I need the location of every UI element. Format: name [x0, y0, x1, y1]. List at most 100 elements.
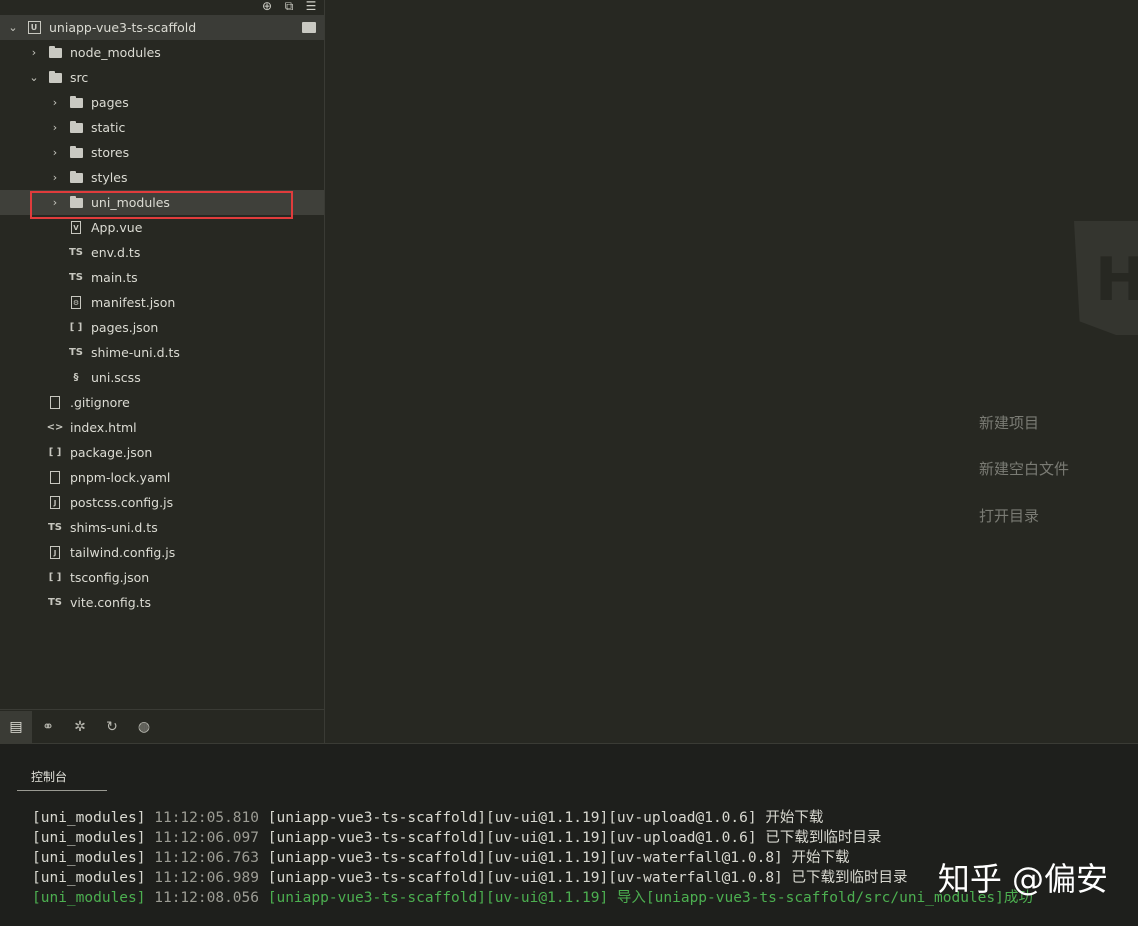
file-icon [48, 396, 62, 409]
tree-item-label: tailwind.config.js [70, 545, 175, 560]
ts-file-icon: TS [69, 347, 83, 358]
tree-item[interactable]: ›TSshims-uni.d.ts [0, 515, 324, 540]
ts-file-icon: TS [48, 522, 62, 533]
console-line: [uni_modules] 11:12:06.763 [uniapp-vue3-… [32, 848, 1033, 868]
tree-item-label: index.html [70, 420, 137, 435]
collapse-all-icon[interactable]: ⧉ [282, 0, 296, 13]
watermark-text: 知乎 @偏安 [938, 854, 1108, 900]
file-explorer-icon[interactable]: ▤ [0, 711, 32, 743]
tree-item-label: pages.json [91, 320, 158, 335]
js-file-icon: J [48, 496, 62, 509]
tree-item[interactable]: ›[ ]pages.json [0, 315, 324, 340]
tree-item-label: shims-uni.d.ts [70, 520, 158, 535]
tree-item[interactable]: ›.gitignore [0, 390, 324, 415]
chevron-right-icon[interactable]: › [50, 171, 60, 184]
tree-item-label: pages [91, 95, 129, 110]
file-explorer: ⊕ ⧉ ☰ ⌄ U uniapp-vue3-ts-scaffold › node_… [0, 0, 325, 743]
tree-item[interactable]: › uni_modules [0, 190, 324, 215]
html-file-icon: <> [48, 422, 62, 433]
console-tag: [uni_modules] [32, 890, 146, 906]
new-project-link[interactable]: 新建项目 [979, 412, 1039, 433]
json-file-icon: [ ] [48, 572, 62, 583]
tree-item-label: node_modules [70, 45, 161, 60]
tree-item[interactable]: ⌄ src [0, 65, 324, 90]
vue-file-icon: V [69, 221, 83, 234]
editor-welcome-area: H 新建项目 新建空白文件 打开目录 [325, 0, 1138, 743]
tree-item-label: App.vue [91, 220, 142, 235]
tree-item-label: env.d.ts [91, 245, 140, 260]
js-file-icon: J [48, 546, 62, 559]
console-tag: [uni_modules] [32, 850, 146, 866]
project-label: uniapp-vue3-ts-scaffold [49, 20, 196, 35]
chevron-right-icon[interactable]: › [29, 46, 39, 59]
hbuilder-logo-letter: H [1095, 245, 1138, 315]
tree-item-label: stores [91, 145, 129, 160]
console-message: [uniapp-vue3-ts-scaffold][uv-ui@1.1.19] … [268, 890, 1033, 906]
tree-item-label: src [70, 70, 88, 85]
json-file-icon: [ ] [69, 322, 83, 333]
tree-item[interactable]: › styles [0, 165, 324, 190]
console-message: [uniapp-vue3-ts-scaffold][uv-ui@1.1.19][… [268, 850, 850, 866]
ts-file-icon: TS [69, 272, 83, 283]
sidebar-bottom-bar: ▤ ⚭ ✲ ↻ ◍ [0, 709, 324, 743]
tree-root-project[interactable]: ⌄ U uniapp-vue3-ts-scaffold [0, 15, 324, 40]
console-message: [uniapp-vue3-ts-scaffold][uv-ui@1.1.19][… [268, 830, 882, 846]
tree-item[interactable]: ›TSshime-uni.d.ts [0, 340, 324, 365]
tree-item-label: styles [91, 170, 128, 185]
chevron-down-icon[interactable]: ⌄ [8, 21, 18, 34]
console-message: [uniapp-vue3-ts-scaffold][uv-ui@1.1.19][… [268, 870, 908, 886]
tree-item[interactable]: ›⚙manifest.json [0, 290, 324, 315]
console-time: 11:12:08.056 [154, 890, 259, 906]
chevron-down-icon[interactable]: ⌄ [29, 71, 39, 84]
chevron-right-icon[interactable]: › [50, 121, 60, 134]
chevron-right-icon[interactable]: › [50, 196, 60, 209]
binoculars-icon[interactable]: ⚭ [32, 711, 64, 743]
bug-icon[interactable]: ✲ [64, 711, 96, 743]
open-directory-link[interactable]: 打开目录 [979, 505, 1039, 526]
file-icon [48, 471, 62, 484]
file-tree: ⌄ U uniapp-vue3-ts-scaffold › node_module… [0, 15, 324, 615]
console-tag: [uni_modules] [32, 870, 146, 886]
menu-icon[interactable]: ☰ [304, 0, 318, 13]
tree-item[interactable]: ›TSvite.config.ts [0, 590, 324, 615]
tree-item-label: shime-uni.d.ts [91, 345, 180, 360]
console-time: 11:12:05.810 [154, 810, 259, 826]
console-line: [uni_modules] 11:12:08.056 [uniapp-vue3-… [32, 888, 1033, 908]
folder-icon [69, 98, 83, 108]
tree-item-label: uni_modules [91, 195, 170, 210]
tree-item[interactable]: › pages [0, 90, 324, 115]
json-file-icon: [ ] [48, 447, 62, 458]
console-log: [uni_modules] 11:12:05.810 [uniapp-vue3-… [32, 808, 1033, 908]
tree-item[interactable]: ›<>index.html [0, 415, 324, 440]
tree-item[interactable]: ›pnpm-lock.yaml [0, 465, 324, 490]
tree-item[interactable]: › node_modules [0, 40, 324, 65]
settings-file-icon: ⚙ [69, 296, 83, 309]
console-time: 11:12:06.989 [154, 870, 259, 886]
tab-console[interactable]: 控制台 [17, 764, 107, 791]
git-icon[interactable]: ↻ [96, 711, 128, 743]
tree-item[interactable]: ›[ ]tsconfig.json [0, 565, 324, 590]
console-panel: 控制台 [uni_modules] 11:12:05.810 [uniapp-v… [0, 743, 1138, 926]
tree-item[interactable]: ›TSenv.d.ts [0, 240, 324, 265]
tree-item-label: pnpm-lock.yaml [70, 470, 170, 485]
tree-item[interactable]: ›Jpostcss.config.js [0, 490, 324, 515]
tree-item-label: postcss.config.js [70, 495, 173, 510]
tree-item[interactable]: ›Jtailwind.config.js [0, 540, 324, 565]
folder-icon[interactable] [302, 22, 316, 33]
tree-item[interactable]: ›VApp.vue [0, 215, 324, 240]
project-badge-icon: U [27, 21, 41, 34]
folder-icon [48, 73, 62, 83]
tree-item[interactable]: ›static [0, 115, 324, 140]
chevron-right-icon[interactable]: › [50, 146, 60, 159]
tree-item[interactable]: ›§uni.scss [0, 365, 324, 390]
locate-icon[interactable]: ⊕ [260, 0, 274, 13]
new-blank-file-link[interactable]: 新建空白文件 [979, 458, 1069, 479]
ts-file-icon: TS [48, 597, 62, 608]
chevron-right-icon[interactable]: › [50, 96, 60, 109]
ts-file-icon: TS [69, 247, 83, 258]
tree-item-label: vite.config.ts [70, 595, 151, 610]
plugin-icon[interactable]: ◍ [128, 711, 160, 743]
tree-item[interactable]: ›[ ]package.json [0, 440, 324, 465]
tree-item[interactable]: ›TSmain.ts [0, 265, 324, 290]
tree-item[interactable]: › stores [0, 140, 324, 165]
